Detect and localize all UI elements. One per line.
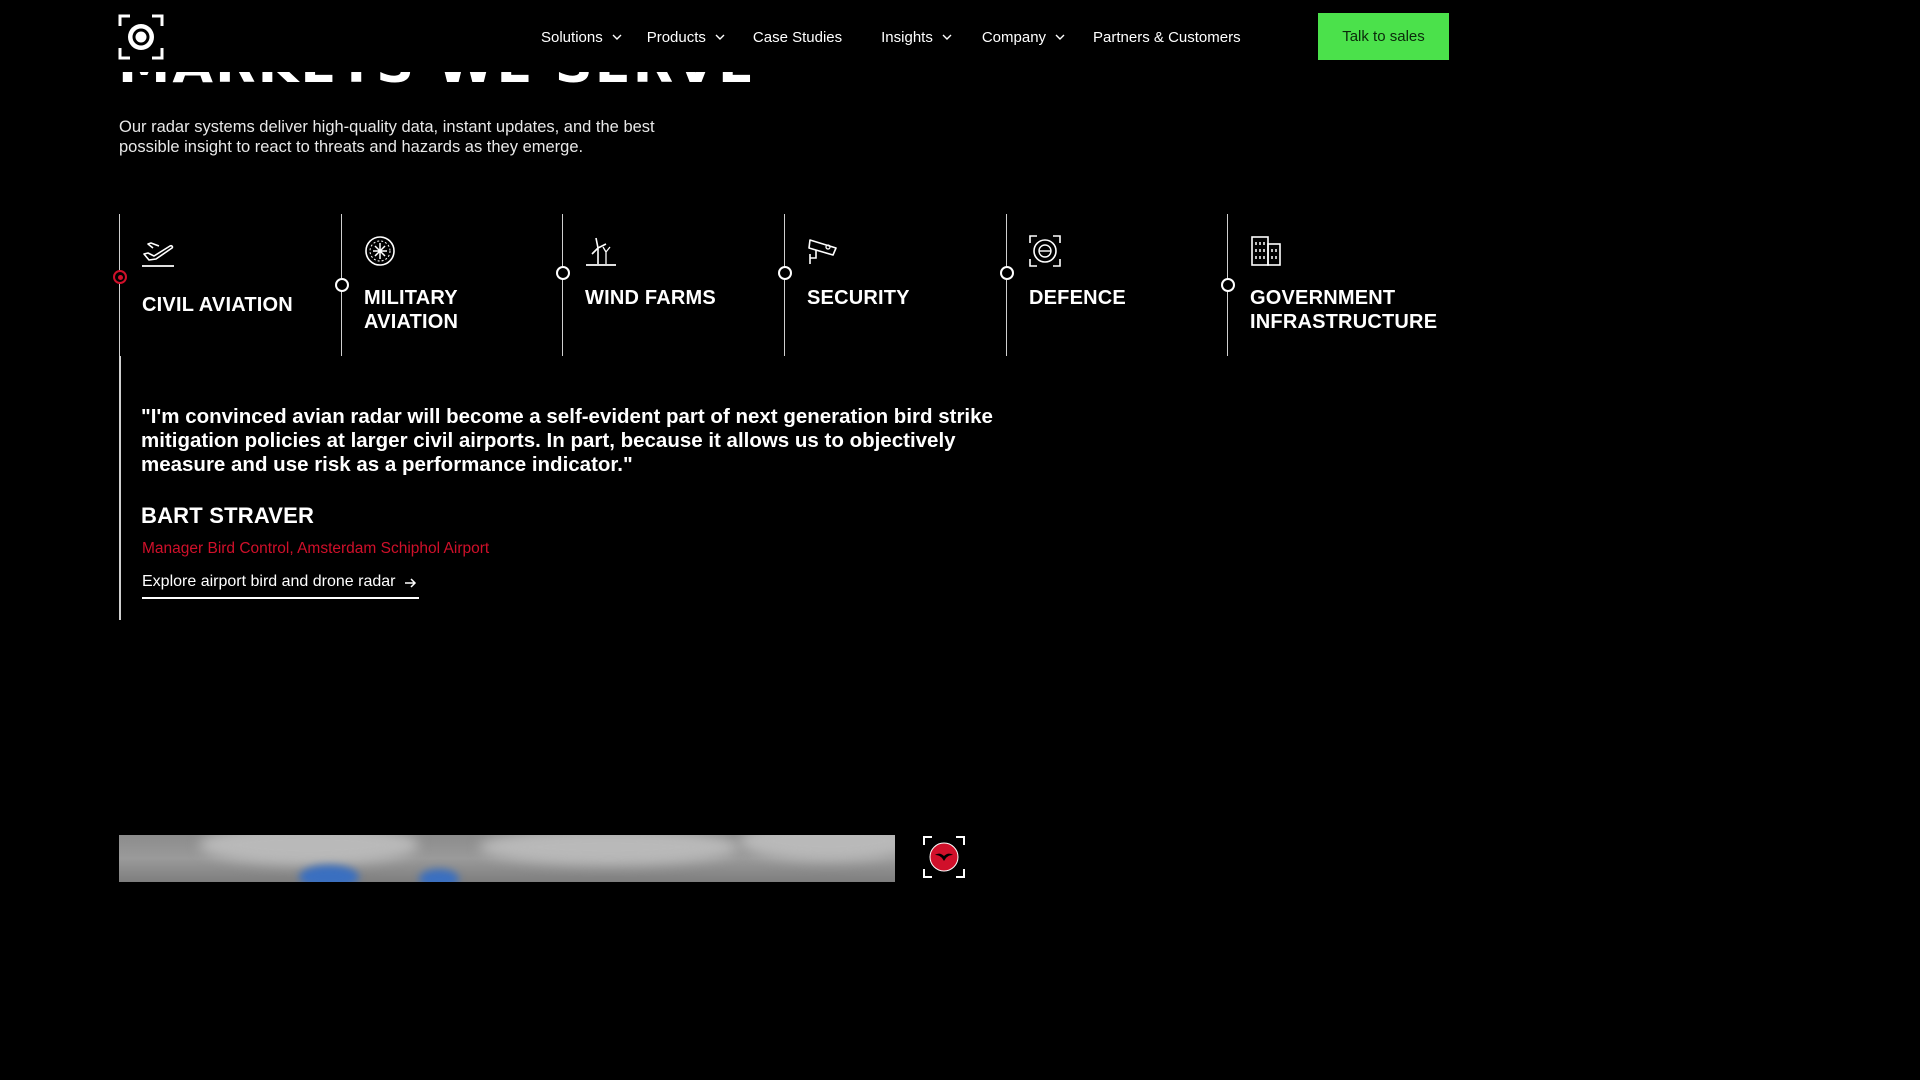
link-label: Explore airport bird and drone radar (142, 573, 396, 590)
tab-label: DEFENCE (1029, 287, 1126, 309)
radar-bird-icon (923, 836, 965, 878)
tab-label: SECURITY (807, 287, 910, 309)
nav-label: Solutions (541, 28, 603, 46)
nav-label: Products (646, 28, 706, 46)
military-aviation-icon (365, 236, 395, 266)
tab-label: WIND FARMS (585, 287, 716, 309)
testimonial-role: Manager Bird Control, Amsterdam Schiphol… (142, 540, 490, 557)
content-divider (119, 356, 121, 620)
radar-target-icon (1029, 235, 1061, 267)
tab-defence[interactable]: DEFENCE (1000, 214, 1228, 356)
nav-case-studies[interactable]: Case Studies (753, 29, 842, 46)
nav-label: Company (981, 28, 1047, 46)
nav-insights[interactable]: Insights (881, 29, 953, 46)
tab-label: GOVERNMENT INFRASTRUCTURE (1250, 287, 1438, 333)
site-header: Solutions Products Case Studies Insights… (0, 0, 1568, 72)
main-nav: Solutions Products Case Studies Insights… (541, 26, 1241, 48)
chevron-down-icon (715, 34, 725, 40)
nav-solutions[interactable]: Solutions (541, 29, 623, 46)
tab-indicator (335, 278, 349, 292)
tab-indicator (1000, 266, 1014, 280)
airplane-icon (142, 242, 174, 267)
tab-wind-farms[interactable]: WIND FARMS (556, 214, 785, 356)
security-camera-icon (808, 239, 837, 264)
explore-radar-link[interactable]: Explore airport bird and drone radar (142, 573, 420, 599)
logo-icon[interactable] (118, 14, 164, 60)
sky-image (119, 835, 895, 882)
talk-to-sales-button[interactable]: Talk to sales (1318, 13, 1449, 60)
markets-tabs: CIVIL AVIATION MILITARY AVIATION WIND FA… (113, 214, 1450, 356)
active-indicator (113, 270, 127, 284)
tab-label: MILITARY AVIATION (364, 287, 459, 333)
tab-label: CIVIL AVIATION (142, 294, 293, 316)
tab-government-infrastructure[interactable]: GOVERNMENT INFRASTRUCTURE (1221, 214, 1450, 356)
chevron-down-icon (1055, 34, 1065, 40)
tab-indicator (778, 266, 792, 280)
tab-indicator (556, 266, 570, 280)
nav-label: Partners & Customers (1093, 28, 1241, 46)
section-intro: Our radar systems deliver high-quality d… (119, 118, 655, 156)
testimonial-quote: "I'm convinced avian radar will become a… (141, 405, 993, 476)
tab-civil-aviation[interactable]: CIVIL AVIATION (113, 214, 341, 356)
nav-partners-customers[interactable]: Partners & Customers (1093, 29, 1241, 46)
nav-products[interactable]: Products (647, 29, 726, 46)
nav-label: Case Studies (752, 28, 843, 46)
tab-military-aviation[interactable]: MILITARY AVIATION (335, 214, 563, 356)
nav-company[interactable]: Company (982, 29, 1066, 46)
chevron-down-icon (612, 34, 622, 40)
chevron-down-icon (942, 34, 952, 40)
wind-turbine-icon (586, 237, 616, 266)
nav-label: Insights (881, 28, 933, 46)
testimonial-name: BART STRAVER (141, 503, 315, 528)
arrow-right-icon (405, 578, 417, 588)
tab-security[interactable]: SECURITY (778, 214, 1006, 356)
building-icon (1251, 236, 1281, 266)
tab-indicator (1221, 278, 1235, 292)
